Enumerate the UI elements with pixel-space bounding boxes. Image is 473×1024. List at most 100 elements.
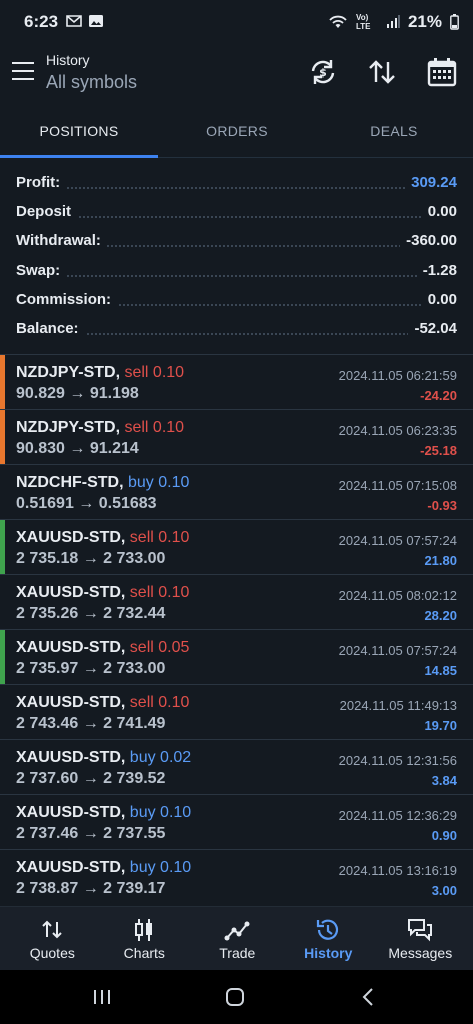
position-row[interactable]: XAUUSD-STD, sell 0.10 2 735.26 → 2 732.44…: [0, 574, 473, 629]
summary-row: Balance: -52.04: [0, 314, 473, 343]
summary-value: 309.24: [405, 174, 457, 191]
battery-icon: [450, 14, 459, 30]
trade-side: buy 0.10: [128, 474, 190, 491]
mail-icon: [66, 15, 82, 27]
summary-label: Withdrawal:: [16, 232, 107, 250]
symbol-name: XAUUSD-STD,: [16, 749, 126, 766]
nav-history[interactable]: History: [281, 907, 376, 971]
home-icon[interactable]: [222, 984, 248, 1010]
tab-positions[interactable]: POSITIONS: [0, 104, 158, 158]
nav-label: Messages: [388, 945, 453, 961]
summary-label: Swap:: [16, 261, 67, 279]
timestamp: 2024.11.05 07:57:24: [338, 533, 457, 548]
symbol-filter[interactable]: All symbols: [46, 72, 137, 93]
trade-icon: [224, 921, 250, 941]
nav-label: Charts: [123, 945, 165, 961]
symbol-name: XAUUSD-STD,: [16, 859, 126, 876]
summary-value: -360.00: [400, 232, 457, 250]
app-header: History All symbols $: [0, 46, 473, 104]
image-icon: [89, 15, 103, 27]
summary-value: -1.28: [416, 261, 457, 279]
trade-side: buy 0.02: [129, 749, 192, 766]
back-icon[interactable]: [356, 984, 382, 1010]
summary-value: 0.00: [421, 203, 457, 221]
price-range: 2 743.46 → 2 741.49: [16, 715, 166, 732]
position-title: NZDJPY-STD, sell 0.10: [16, 419, 184, 437]
charts-icon: [135, 919, 153, 941]
price-range: 2 737.60 → 2 739.52: [16, 770, 166, 787]
bottom-nav: Quotes Charts Trade History Messages: [0, 906, 473, 971]
position-marker: [0, 520, 5, 575]
position-title: XAUUSD-STD, buy 0.02: [16, 749, 191, 767]
quotes-icon: [42, 920, 63, 939]
signal-icon: [386, 15, 400, 28]
position-title: XAUUSD-STD, buy 0.10: [16, 859, 191, 877]
nav-label: History: [304, 945, 353, 961]
refresh-icon[interactable]: $: [307, 56, 339, 88]
recent-apps-icon[interactable]: [89, 984, 115, 1010]
summary-row: Deposit 0.00: [0, 197, 473, 226]
battery-percent: 21%: [407, 12, 442, 31]
sort-icon[interactable]: [366, 56, 398, 88]
trade-side: buy 0.10: [129, 804, 192, 821]
profit-value: 19.70: [424, 718, 457, 733]
leader-dots: [16, 216, 457, 219]
symbol-name: NZDJPY-STD,: [16, 364, 121, 381]
tab-deals[interactable]: DEALS: [315, 104, 473, 158]
position-row[interactable]: NZDCHF-STD, buy 0.10 0.51691 → 0.51683 202…: [0, 464, 473, 519]
nav-trade[interactable]: Trade: [190, 907, 285, 971]
position-row[interactable]: NZDJPY-STD, sell 0.10 90.829 → 91.198 2024…: [0, 354, 473, 410]
profit-value: 3.84: [431, 773, 457, 788]
nav-messages[interactable]: Messages: [373, 907, 468, 971]
position-row[interactable]: XAUUSD-STD, buy 0.02 2 737.60 → 2 739.52 2…: [0, 739, 473, 794]
nav-quotes[interactable]: Quotes: [5, 907, 100, 971]
position-title: XAUUSD-STD, sell 0.10: [16, 694, 189, 712]
status-time: 6:23: [24, 12, 59, 31]
symbol-name: XAUUSD-STD,: [16, 529, 126, 546]
profit-value: 21.80: [424, 553, 457, 568]
price-range: 2 735.26 → 2 732.44: [16, 605, 166, 622]
wifi-icon: [329, 15, 347, 28]
summary-label: Deposit: [16, 203, 78, 221]
trade-side: sell 0.05: [129, 639, 190, 656]
summary-row: Commission: 0.00: [0, 285, 473, 314]
position-row[interactable]: XAUUSD-STD, sell 0.10 2 743.46 → 2 741.49…: [0, 684, 473, 739]
timestamp: 2024.11.05 07:15:08: [338, 478, 457, 493]
symbol-name: XAUUSD-STD,: [16, 639, 126, 656]
summary-row: Withdrawal: -360.00: [0, 226, 473, 255]
tab-bar: POSITIONS ORDERS DEALS: [0, 104, 473, 158]
position-row[interactable]: XAUUSD-STD, buy 0.10 2 737.46 → 2 737.55 2…: [0, 794, 473, 849]
position-title: NZDCHF-STD, buy 0.10: [16, 474, 189, 492]
positions-list: NZDJPY-STD, sell 0.10 90.829 → 91.198 2024…: [0, 354, 473, 904]
timestamp: 2024.11.05 07:57:24: [338, 643, 457, 658]
leader-dots: [16, 187, 457, 189]
svg-text:$: $: [319, 66, 327, 79]
position-title: XAUUSD-STD, sell 0.05: [16, 639, 189, 657]
history-icon: [317, 919, 339, 940]
position-marker: [0, 410, 5, 465]
trade-side: sell 0.10: [124, 419, 185, 436]
network-label: Vo) LTE: [355, 13, 371, 31]
tab-orders[interactable]: ORDERS: [158, 104, 316, 158]
position-row[interactable]: XAUUSD-STD, buy 0.10 2 738.87 → 2 739.17 2…: [0, 849, 473, 904]
position-title: XAUUSD-STD, buy 0.10: [16, 804, 191, 822]
price-range: 2 735.18 → 2 733.00: [16, 550, 166, 567]
trade-side: buy 0.10: [129, 859, 192, 876]
calendar-icon[interactable]: [426, 56, 458, 88]
nav-charts[interactable]: Charts: [97, 907, 192, 971]
position-marker: [0, 355, 5, 410]
position-marker: [0, 630, 5, 685]
symbol-name: XAUUSD-STD,: [16, 584, 126, 601]
nav-label: Trade: [219, 945, 256, 961]
symbol-name: XAUUSD-STD,: [16, 804, 126, 821]
timestamp: 2024.11.05 06:23:35: [338, 423, 457, 438]
price-range: 2 737.46 → 2 737.55: [16, 825, 166, 842]
menu-icon[interactable]: [12, 62, 34, 80]
timestamp: 2024.11.05 12:31:56: [338, 753, 457, 768]
position-row[interactable]: XAUUSD-STD, sell 0.10 2 735.18 → 2 733.00…: [0, 519, 473, 575]
profit-value: -0.93: [427, 498, 457, 513]
position-row[interactable]: NZDJPY-STD, sell 0.10 90.830 → 91.214 2024…: [0, 409, 473, 465]
trade-side: sell 0.10: [129, 529, 190, 546]
position-row[interactable]: XAUUSD-STD, sell 0.05 2 735.97 → 2 733.00…: [0, 629, 473, 685]
profit-value: 3.00: [431, 883, 457, 898]
